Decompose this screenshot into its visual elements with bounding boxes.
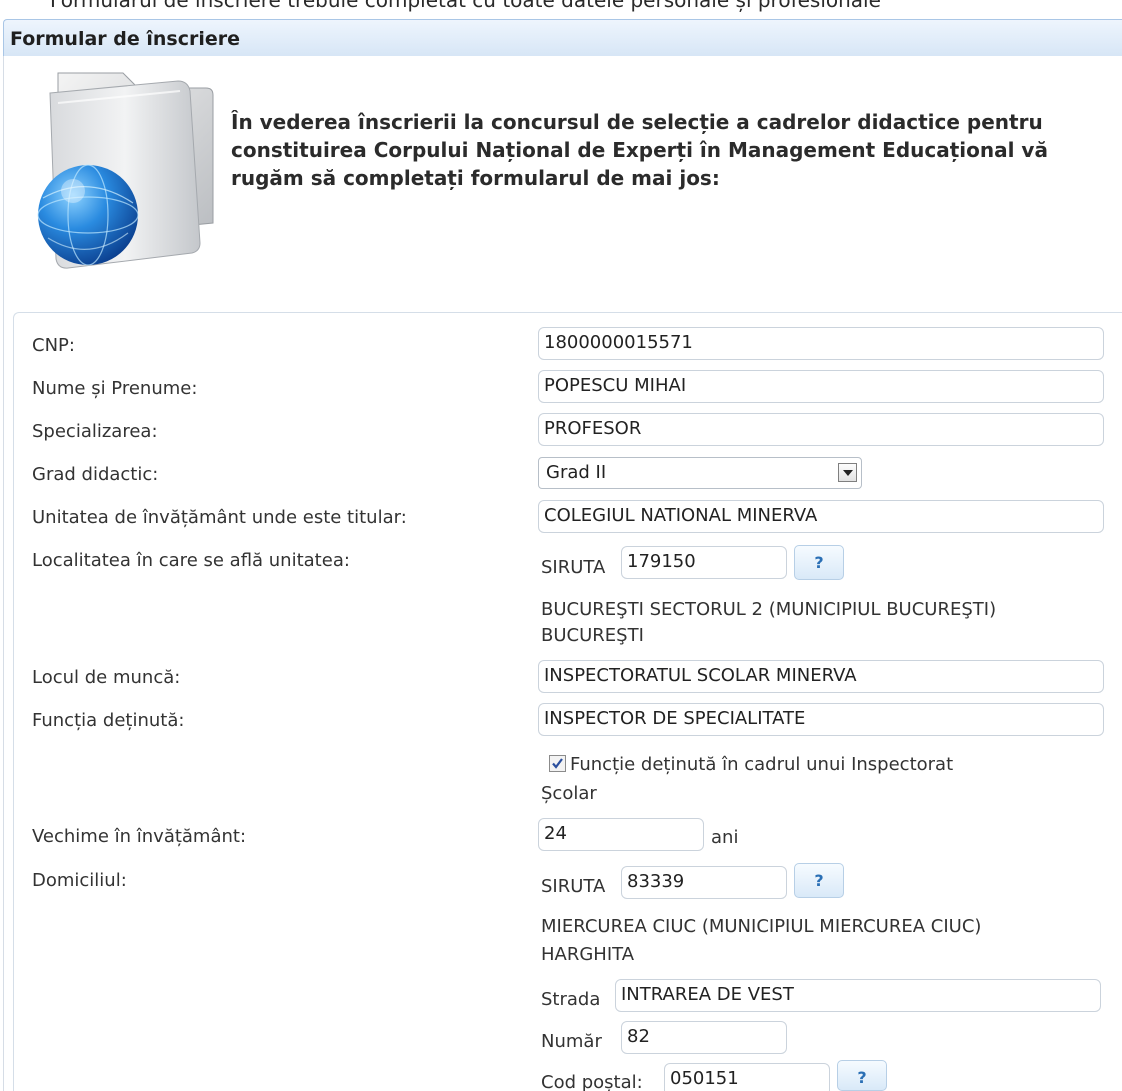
cut-off-heading-text: Formularul de înscriere trebuie completa…: [50, 0, 881, 12]
grade-label: Grad didactic:: [32, 464, 159, 485]
chevron-down-icon[interactable]: [838, 463, 857, 482]
position-input[interactable]: INSPECTOR DE SPECIALITATE: [538, 703, 1104, 736]
domicile-locality-line1: MIERCUREA CIUC (MUNICIPIUL MIERCUREA CIU…: [541, 916, 982, 937]
street-input[interactable]: INTRAREA DE VEST: [615, 979, 1101, 1012]
inspectorate-checkbox-label-line2: Școlar: [541, 783, 597, 804]
cnp-label: CNP:: [32, 335, 75, 356]
domicile-siruta-help-button[interactable]: ?: [794, 863, 844, 898]
postal-code-label: Cod poștal:: [541, 1072, 643, 1091]
cnp-input[interactable]: 1800000015571: [538, 327, 1104, 360]
domicile-locality-line2: HARGHITA: [541, 944, 635, 965]
specialization-label: Specializarea:: [32, 421, 158, 442]
street-label: Strada: [541, 989, 601, 1010]
workplace-label: Locul de muncă:: [32, 667, 181, 688]
seniority-label: Vechime în învățământ:: [32, 826, 247, 847]
unit-siruta-help-button[interactable]: ?: [794, 545, 844, 580]
number-input[interactable]: 82: [621, 1021, 787, 1054]
name-label: Nume și Prenume:: [32, 378, 198, 399]
inspectorate-checkbox[interactable]: [549, 755, 566, 772]
number-label: Număr: [541, 1031, 602, 1052]
unit-input[interactable]: COLEGIUL NATIONAL MINERVA: [538, 500, 1104, 533]
postal-code-input[interactable]: 050151: [664, 1063, 830, 1091]
unit-siruta-input[interactable]: 179150: [621, 546, 787, 579]
specialization-input[interactable]: PROFESOR: [538, 413, 1104, 446]
unit-locality-line2: BUCUREŞTI: [541, 625, 644, 646]
seniority-input[interactable]: 24: [538, 818, 704, 851]
intro-text: În vederea înscrierii la concursul de se…: [231, 110, 1048, 190]
position-label: Funcția deținută:: [32, 710, 185, 731]
inspectorate-checkbox-label-line1: Funcție deținută în cadrul unui Inspecto…: [570, 754, 954, 775]
unit-siruta-label: SIRUTA: [541, 557, 606, 578]
unit-locality-label: Localitatea în care se află unitatea:: [32, 550, 350, 571]
grade-select[interactable]: Grad II: [538, 457, 862, 489]
form-title: Formular de înscriere: [10, 28, 241, 50]
workplace-input[interactable]: INSPECTORATUL SCOLAR MINERVA: [538, 660, 1104, 693]
folder-globe-icon: [37, 72, 214, 269]
unit-locality-line1: BUCUREŞTI SECTORUL 2 (MUNICIPIUL BUCUREŞ…: [541, 599, 997, 620]
seniority-unit: ani: [711, 827, 739, 848]
postal-code-help-button[interactable]: ?: [837, 1060, 887, 1091]
grade-select-value: Grad II: [546, 462, 607, 483]
unit-label: Unitatea de învățământ unde este titular…: [32, 507, 407, 528]
domicile-siruta-input[interactable]: 83339: [621, 866, 787, 899]
form-title-bar: Formular de înscriere: [3, 19, 1122, 57]
domicile-label: Domiciliul:: [32, 870, 127, 891]
registration-page: Formularul de înscriere trebuie completa…: [0, 0, 1122, 1091]
cut-off-heading: Formularul de înscriere trebuie completa…: [0, 0, 1122, 18]
name-input[interactable]: POPESCU MIHAI: [538, 370, 1104, 403]
domicile-siruta-label: SIRUTA: [541, 876, 606, 897]
check-icon: [552, 758, 563, 769]
